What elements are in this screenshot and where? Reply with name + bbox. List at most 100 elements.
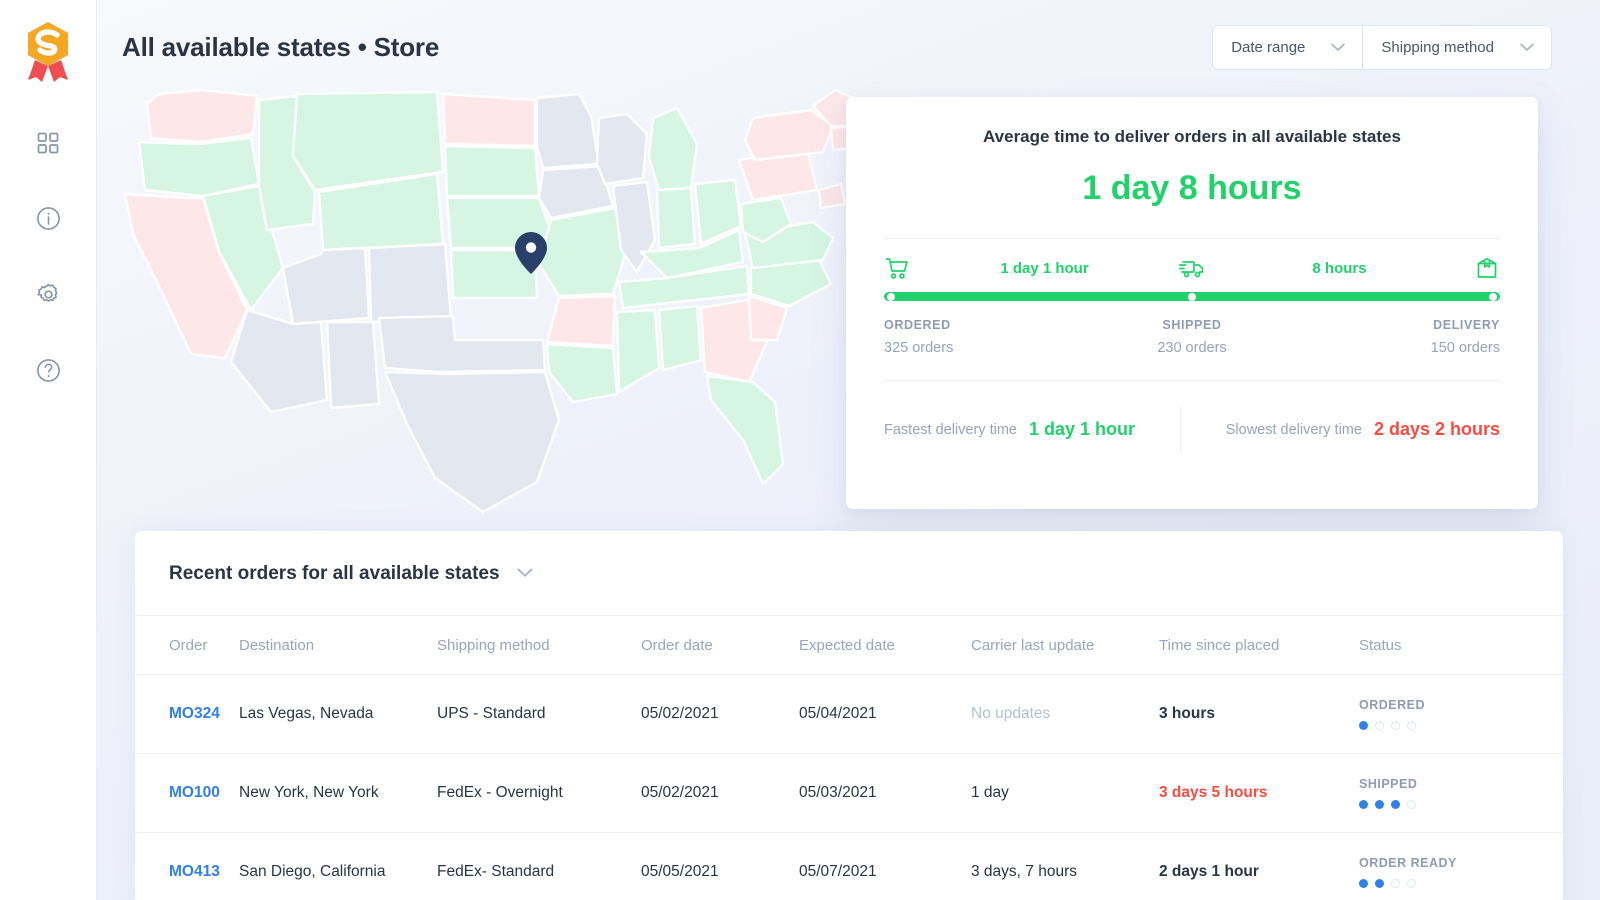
order-link[interactable]: MO324 — [169, 705, 220, 722]
slowest-delivery: Slowest delivery time 2 days 2 hours — [1181, 419, 1501, 440]
cell-destination: San Diego, California — [239, 833, 437, 900]
status-dot — [1391, 879, 1400, 888]
main-content: All available states • Store Date range … — [97, 0, 1600, 900]
sidebar — [0, 0, 97, 900]
table-row[interactable]: MO324 Las Vegas, Nevada UPS - Standard 0… — [135, 675, 1563, 754]
status-dot — [1375, 721, 1384, 730]
delivery-progress-bar[interactable] — [884, 292, 1500, 301]
segment-2-duration: 8 hours — [1205, 260, 1474, 277]
table-row[interactable]: MO100 New York, New York FedEx - Overnig… — [135, 754, 1563, 833]
delivery-extremes-row: Fastest delivery time 1 day 1 hour Slowe… — [884, 407, 1500, 452]
cell-destination: Las Vegas, Nevada — [239, 675, 437, 754]
status-dot — [1375, 879, 1384, 888]
cell-shipping-method: FedEx - Overnight — [437, 754, 641, 833]
cell-expected-date: 05/07/2021 — [799, 833, 971, 900]
col-order[interactable]: Order — [135, 616, 239, 675]
cell-order: MO324 — [135, 675, 239, 754]
progress-dot-shipped — [1188, 293, 1196, 301]
location-pin-icon — [514, 231, 548, 275]
cell-shipping-method: UPS - Standard — [437, 675, 641, 754]
col-carrier-last-update[interactable]: Carrier last update — [971, 616, 1159, 675]
status-progress-dots — [1359, 879, 1563, 888]
sidebar-item-dashboard[interactable] — [31, 128, 65, 162]
stage-count: 230 orders — [1089, 340, 1294, 356]
app-root: All available states • Store Date range … — [0, 0, 1600, 900]
status-progress-dots — [1359, 721, 1563, 730]
status-dot — [1359, 879, 1368, 888]
grid-icon — [37, 132, 59, 159]
status-dot — [1359, 721, 1368, 730]
status-dot — [1391, 800, 1400, 809]
cell-status: ORDERED — [1359, 675, 1563, 754]
sidebar-nav — [31, 128, 65, 390]
fastest-delivery-label: Fastest delivery time — [884, 422, 1017, 438]
col-shipping-method[interactable]: Shipping method — [437, 616, 641, 675]
card-divider-bottom — [884, 380, 1500, 381]
brand-badge-logo[interactable] — [18, 16, 78, 86]
filter-group: Date range Shipping method — [1212, 25, 1552, 70]
package-icon — [1474, 257, 1500, 280]
cell-carrier-last-update: 3 days, 7 hours — [971, 833, 1159, 900]
date-range-dropdown[interactable]: Date range — [1213, 26, 1362, 69]
stats-card-title: Average time to deliver orders in all av… — [884, 127, 1500, 147]
col-time-since-placed[interactable]: Time since placed — [1159, 616, 1359, 675]
cell-time-since-placed: 2 days 1 hour — [1159, 833, 1359, 900]
cell-time-since-placed: 3 hours — [1159, 675, 1359, 754]
orders-table: Order Destination Shipping method Order … — [135, 615, 1563, 900]
average-delivery-time-value: 1 day 8 hours — [884, 169, 1500, 208]
stage-label: SHIPPED — [1089, 318, 1294, 332]
status-dot — [1375, 800, 1384, 809]
progress-dot-delivery — [1489, 293, 1497, 301]
progress-dot-ordered — [887, 293, 895, 301]
card-divider-top — [884, 238, 1500, 239]
cell-order: MO100 — [135, 754, 239, 833]
stage-count: 150 orders — [1295, 340, 1500, 356]
delivery-stats-card: Average time to deliver orders in all av… — [846, 97, 1538, 509]
recent-orders-card: Recent orders for all available states O… — [135, 531, 1563, 900]
cart-icon — [884, 257, 910, 279]
fastest-delivery: Fastest delivery time 1 day 1 hour — [884, 419, 1180, 440]
chevron-down-icon[interactable] — [517, 565, 533, 583]
cell-order-date: 05/02/2021 — [641, 754, 799, 833]
col-expected-date[interactable]: Expected date — [799, 616, 971, 675]
stage-count: 325 orders — [884, 340, 1089, 356]
order-link[interactable]: MO100 — [169, 784, 220, 801]
slowest-delivery-label: Slowest delivery time — [1226, 422, 1362, 438]
segment-1-duration: 1 day 1 hour — [910, 260, 1179, 277]
cell-expected-date: 05/04/2021 — [799, 675, 971, 754]
col-status[interactable]: Status — [1359, 616, 1563, 675]
status-dot — [1359, 800, 1368, 809]
order-link[interactable]: MO413 — [169, 863, 220, 880]
stage-shipped: SHIPPED 230 orders — [1089, 318, 1294, 356]
col-destination[interactable]: Destination — [239, 616, 437, 675]
topbar: All available states • Store Date range … — [97, 0, 1600, 95]
timeline-labels: 1 day 1 hour 8 hours — [884, 255, 1500, 281]
gear-icon — [36, 282, 61, 312]
cell-destination: New York, New York — [239, 754, 437, 833]
cell-expected-date: 05/03/2021 — [799, 754, 971, 833]
slowest-delivery-value: 2 days 2 hours — [1374, 419, 1500, 440]
status-dot — [1407, 721, 1416, 730]
stage-label: ORDERED — [884, 318, 1089, 332]
sidebar-item-info[interactable] — [31, 204, 65, 238]
stage-delivery: DELIVERY 150 orders — [1295, 318, 1500, 356]
help-icon — [36, 358, 61, 388]
col-order-date[interactable]: Order date — [641, 616, 799, 675]
page-title: All available states • Store — [122, 32, 439, 63]
cell-order: MO413 — [135, 833, 239, 900]
sidebar-item-settings[interactable] — [31, 280, 65, 314]
recent-orders-title: Recent orders for all available states — [169, 563, 500, 585]
status-progress-dots — [1359, 800, 1563, 809]
recent-orders-header[interactable]: Recent orders for all available states — [135, 531, 1563, 615]
sidebar-item-help[interactable] — [31, 356, 65, 390]
shipping-method-dropdown[interactable]: Shipping method — [1362, 26, 1551, 69]
cell-carrier-last-update: No updates — [971, 675, 1159, 754]
stage-label: DELIVERY — [1295, 318, 1500, 332]
cell-status: ORDER READY — [1359, 833, 1563, 900]
date-range-label: Date range — [1231, 39, 1305, 56]
shipping-method-label: Shipping method — [1381, 39, 1494, 56]
cell-status: SHIPPED — [1359, 754, 1563, 833]
table-row[interactable]: MO413 San Diego, California FedEx- Stand… — [135, 833, 1563, 900]
status-badge: SHIPPED — [1359, 777, 1563, 791]
status-dot — [1391, 721, 1400, 730]
